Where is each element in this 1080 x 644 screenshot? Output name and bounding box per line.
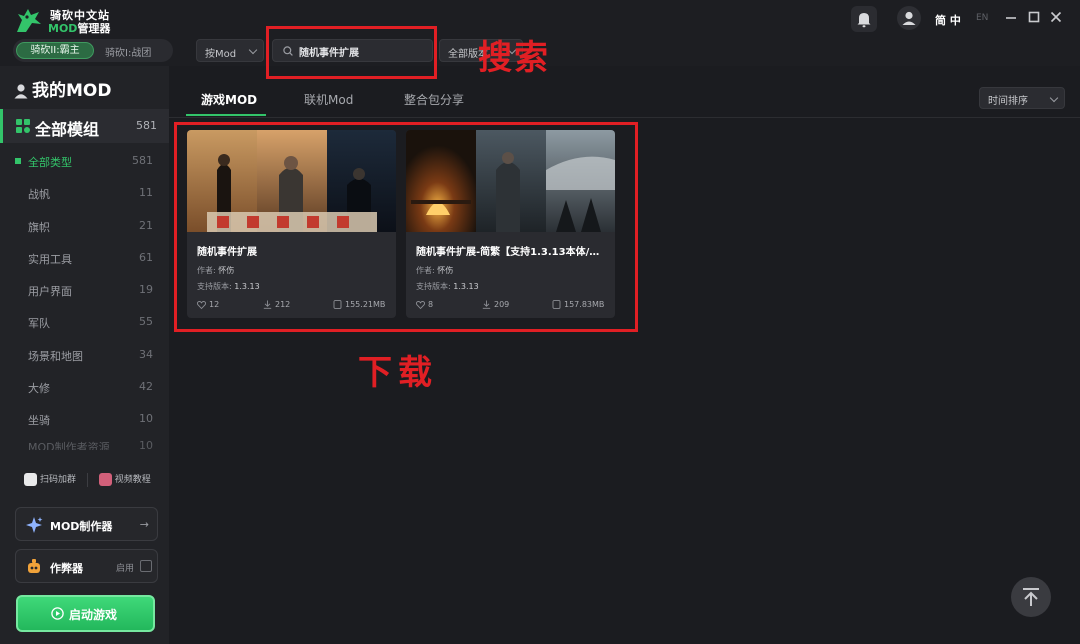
chevron-down-icon: [248, 45, 258, 55]
cheat-tool-label: 作弊器: [50, 562, 83, 575]
category-item-banners[interactable]: 旗帜 21: [0, 211, 169, 243]
category-item-all-types[interactable]: 全部类型 581: [0, 146, 169, 178]
notification-button[interactable]: [851, 6, 877, 32]
category-item-mounts[interactable]: 坐骑 10: [0, 404, 169, 436]
grid-icon: [16, 119, 30, 133]
category-item-scenes-maps[interactable]: 场景和地图 34: [0, 340, 169, 372]
category-item-ui[interactable]: 用户界面 19: [0, 275, 169, 307]
arrow-right-icon: →: [139, 518, 149, 531]
sort-value: 时间排序: [988, 96, 1028, 107]
active-indicator: [0, 109, 3, 143]
game-tab-warband[interactable]: 骑砍I:战团: [105, 44, 151, 59]
sort-dropdown[interactable]: 时间排序: [979, 87, 1065, 109]
cheat-enable-label: 启用: [116, 564, 135, 574]
category-list: 全部类型 581 战帆 11 旗帜 21 实用工具 61 用户界面 19 军队 …: [0, 146, 169, 450]
bell-icon: [857, 13, 871, 28]
my-mod-heading[interactable]: 我的MOD: [14, 76, 111, 101]
tab-game-mod[interactable]: 游戏MOD: [201, 91, 257, 108]
chevron-down-icon: [1049, 93, 1059, 103]
language-english[interactable]: EN: [976, 13, 988, 23]
mod-filter-value: 按Mod: [205, 49, 237, 60]
mod-maker-button[interactable]: MOD制作器 →: [15, 507, 158, 541]
download-annotation-label: 下载: [358, 353, 438, 393]
cheat-robot-icon: [28, 559, 40, 573]
qq-icon: [24, 473, 37, 486]
sparkle-icon: [26, 517, 43, 533]
game-switcher: 骑砍II:霸主 骑砍I:战团: [13, 39, 173, 62]
category-item-overhaul[interactable]: 大修 42: [0, 372, 169, 404]
arrow-up-icon: [1023, 588, 1039, 606]
all-mods-nav[interactable]: 全部模组 581: [0, 109, 169, 143]
download-annotation-box: [174, 122, 638, 332]
cheat-enable-checkbox[interactable]: [140, 560, 152, 572]
category-item-utilities[interactable]: 实用工具 61: [0, 243, 169, 275]
person-icon: [14, 84, 28, 99]
category-item-warsails[interactable]: 战帆 11: [0, 178, 169, 210]
all-mods-label: 全部模组: [35, 120, 100, 139]
active-tab-underline: [186, 114, 266, 116]
category-item-troops[interactable]: 军队 55: [0, 307, 169, 339]
mod-maker-label: MOD制作器: [50, 520, 113, 533]
tab-modpack-share[interactable]: 整合包分享: [404, 91, 464, 108]
user-icon: [902, 11, 916, 25]
all-mods-count: 581: [136, 119, 157, 132]
tab-online-mod[interactable]: 联机Mod: [304, 91, 353, 108]
back-to-top-button[interactable]: [1011, 577, 1051, 617]
maximize-icon[interactable]: [1027, 10, 1041, 24]
language-chinese[interactable]: 简 中: [935, 12, 961, 28]
content-tabs: 游戏MOD 联机Mod 整合包分享: [169, 66, 1080, 118]
mod-filter-dropdown[interactable]: 按Mod: [196, 39, 264, 62]
launch-game-button[interactable]: 启动游戏: [16, 595, 155, 632]
bilibili-icon: [98, 473, 112, 486]
close-icon[interactable]: [1049, 10, 1063, 24]
game-tab-bannerlord[interactable]: 骑砍II:霸主: [16, 42, 94, 59]
divider: [86, 472, 88, 487]
launch-game-label: 启动游戏: [69, 608, 118, 622]
cheat-tool-button[interactable]: 作弊器 启用: [15, 549, 158, 583]
horse-logo-icon: [17, 9, 41, 32]
community-links: 扫码加群 视频教程: [24, 472, 151, 487]
category-item-modder-resources[interactable]: MOD制作者资源 10: [0, 437, 169, 450]
active-dot: [15, 158, 21, 164]
minimize-icon[interactable]: [1004, 10, 1018, 24]
brand-subtitle: MOD管理器: [48, 22, 111, 35]
qq-group-link[interactable]: 扫码加群: [24, 473, 76, 486]
user-avatar[interactable]: [897, 6, 921, 30]
video-tutorial-link[interactable]: 视频教程: [98, 473, 151, 486]
play-icon: [51, 607, 64, 620]
